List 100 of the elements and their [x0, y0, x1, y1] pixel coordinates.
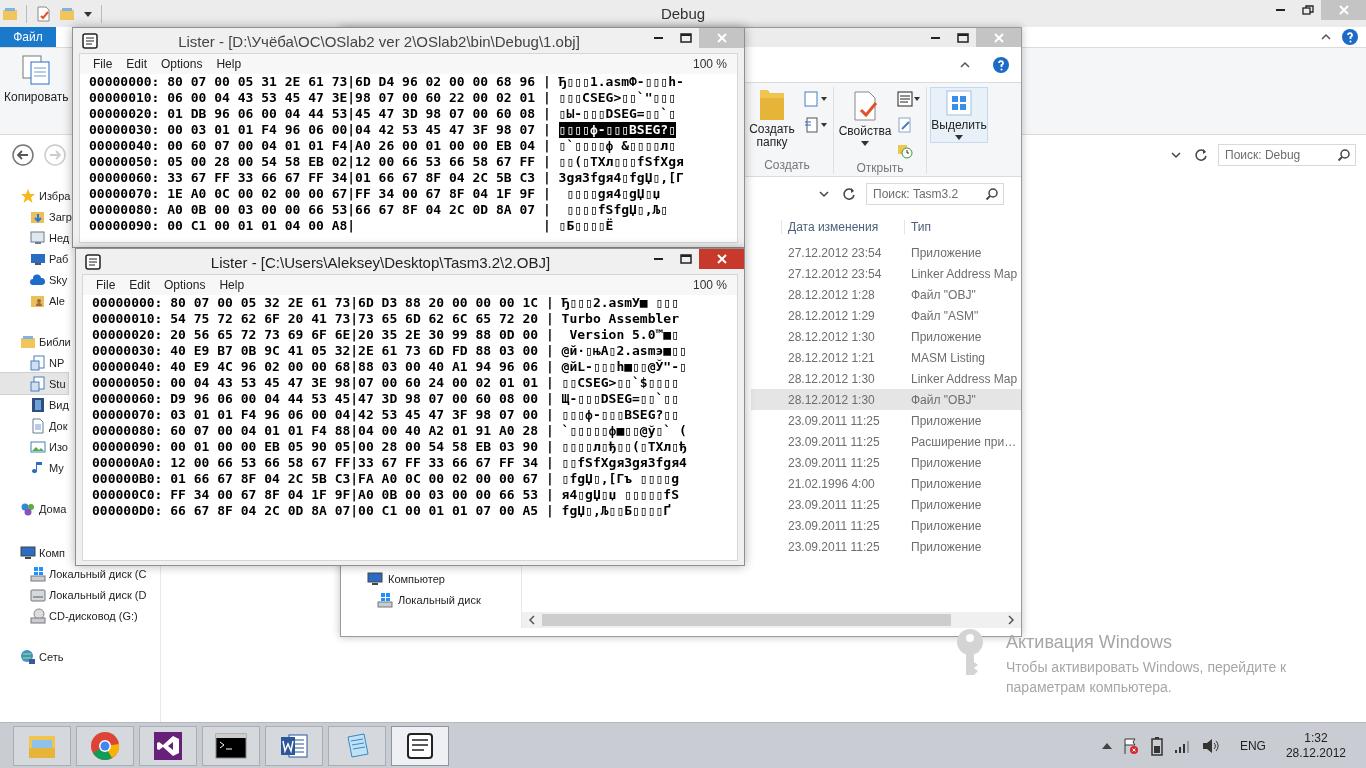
file-row[interactable]: 23.09.2011 11:25 Приложение: [751, 494, 1021, 515]
nav-item[interactable]: Избра: [0, 185, 73, 206]
menu-item[interactable]: Options: [154, 57, 210, 71]
nav-item[interactable]: Локальный диск (D: [0, 584, 149, 605]
open-button[interactable]: [895, 89, 923, 109]
file-row[interactable]: 28.12.2012 1:30 Файл "OBJ": [751, 389, 1021, 410]
file-row[interactable]: 23.09.2011 11:25 Приложение: [751, 410, 1021, 431]
file-row[interactable]: 28.12.2012 1:30 Linker Address Map: [751, 368, 1021, 389]
nav-item[interactable]: Му: [0, 457, 66, 478]
nav-item[interactable]: Библи: [0, 331, 73, 352]
ascii-text: ▯▯(▯TXл▯▯▯fSfXgя: [558, 154, 684, 170]
back-button[interactable]: [10, 142, 36, 168]
new-item-button[interactable]: [802, 89, 830, 109]
nav-item[interactable]: Комп: [0, 542, 68, 563]
copy-button[interactable]: Копировать: [0, 48, 73, 134]
select-button[interactable]: Выделить: [930, 87, 988, 143]
battery-icon[interactable]: [1149, 735, 1164, 756]
menu-item[interactable]: Edit: [122, 278, 158, 292]
search-field[interactable]: Поиск: Tasm3.2: [866, 183, 1004, 205]
language-indicator[interactable]: ENG: [1239, 738, 1266, 753]
terminal-icon: [215, 732, 247, 759]
image-icon: [30, 438, 46, 455]
menu-item[interactable]: File: [89, 278, 123, 292]
hex-line: 000000A0: 12 00 66 53 66 58 67 FF|33 67 FF 33 66 67 FF 34 |: [92, 455, 554, 471]
search-field[interactable]: Поиск: Debug: [1218, 144, 1356, 166]
minimize-icon: [654, 258, 663, 260]
menu-item[interactable]: Help: [212, 278, 252, 292]
window-title: Lister - [D:\Учёба\ОС\OSlab2 ver 2\OSlab2\bin\Debug\1.obj]: [178, 32, 580, 50]
nav-item[interactable]: Stu: [0, 373, 68, 394]
close-button[interactable]: [699, 249, 744, 269]
nav-item[interactable]: Дома: [0, 498, 69, 519]
ascii-text: ▯▯fSfXgя3gя3fgя4: [561, 455, 687, 471]
nav-item[interactable]: Вид: [0, 394, 71, 415]
nav-item[interactable]: Загр: [0, 206, 74, 227]
studio-icon: [153, 730, 183, 761]
menu-item[interactable]: Options: [157, 278, 213, 292]
menu-item[interactable]: Help: [209, 57, 249, 71]
hex-line: 00000070: 03 01 01 F4 96 06 00 04|42 53 45 47 3F 98 07 00 |: [92, 407, 554, 423]
file-row[interactable]: 23.09.2011 11:25 Приложение: [751, 452, 1021, 473]
easy-access-button[interactable]: [802, 115, 830, 135]
nav-item[interactable]: Док: [0, 415, 70, 436]
help-icon[interactable]: [993, 56, 1009, 73]
help-icon[interactable]: [1342, 29, 1358, 45]
taskbar-button[interactable]: [265, 725, 323, 766]
file-row[interactable]: 27.12.2012 23:54 Linker Address Map: [751, 263, 1021, 284]
ascii-text: ▯▯▯▯ф-▯▯▯BSEG?▯: [558, 122, 676, 138]
ascii-text: ▯`▯▯▯▯ф &▯▯▯▯л▯: [558, 138, 676, 154]
file-row[interactable]: 28.12.2012 1:30 Приложение: [751, 326, 1021, 347]
zoom-level: 100 %: [692, 57, 728, 71]
window-title: Debug: [660, 5, 706, 22]
file-row[interactable]: 23.09.2011 11:25 Приложение: [751, 536, 1021, 557]
file-row[interactable]: 23.09.2011 11:25 Приложение: [751, 515, 1021, 536]
easy-access-icon: [804, 117, 828, 133]
ascii-text: я4▯gЏ▯џ ▯▯▯▯▯fS: [561, 487, 679, 503]
file-row[interactable]: 23.09.2011 11:25 Расширение при…: [751, 431, 1021, 452]
nav-item[interactable]: Раб: [0, 248, 71, 269]
clock[interactable]: 1:32 28.12.2012: [1285, 730, 1346, 761]
column-header[interactable]: Дата изменения: [781, 219, 904, 234]
file-row[interactable]: 28.12.2012 1:28 Файл "OBJ": [751, 284, 1021, 305]
properties-button[interactable]: Свойства: [837, 87, 893, 149]
file-row[interactable]: 21.02.1996 4:00 Приложение: [751, 473, 1021, 494]
nav-item[interactable]: Ale: [0, 290, 67, 311]
close-icon: [1338, 5, 1349, 15]
horizontal-scrollbar[interactable]: [522, 612, 1021, 628]
properties-button[interactable]: [35, 5, 51, 22]
file-row[interactable]: 28.12.2012 1:21 MASM Listing: [751, 347, 1021, 368]
nav-item[interactable]: Локальный диск: [341, 589, 521, 610]
caret-up-icon[interactable]: [1101, 741, 1112, 750]
scroll-right-icon: [1007, 615, 1015, 625]
menu-item[interactable]: Edit: [119, 57, 155, 71]
file-tab[interactable]: Файл: [0, 27, 56, 47]
new-folder-button[interactable]: Создать папку: [744, 87, 800, 152]
speaker-icon[interactable]: [1201, 737, 1220, 754]
ascii-text: `▯▯▯▯▯ф■▯▯@ў▯` (: [561, 423, 687, 439]
flag-icon[interactable]: [1121, 736, 1140, 755]
library-icon: [2, 5, 18, 22]
nav-item[interactable]: NP: [0, 352, 67, 373]
film-icon: [30, 396, 46, 413]
nav-item[interactable]: CD-дисковод (G:): [0, 605, 140, 626]
column-header[interactable]: Тип: [904, 219, 1021, 234]
file-row[interactable]: 27.12.2012 23:54 Приложение: [751, 242, 1021, 263]
window-title: Lister - [C:\Users\Aleksey\Desktop\Tasm3.2\2.OBJ]: [210, 253, 551, 271]
new-item-icon: [804, 91, 828, 107]
file-row[interactable]: 28.12.2012 1:29 Файл "ASM": [751, 305, 1021, 326]
ascii-text: 3gя3fgя4▯fgЏ▯,[Г: [558, 170, 684, 186]
nav-item[interactable]: Компьютер: [341, 568, 521, 589]
nav-item[interactable]: Нед: [0, 227, 72, 248]
zoom-level: 100 %: [692, 278, 728, 292]
nav-item[interactable]: Sky: [0, 269, 70, 290]
nav-item[interactable]: Локальный диск (C: [0, 563, 149, 584]
document-icon: [30, 417, 46, 434]
taskbar-button[interactable]: [202, 725, 260, 766]
nav-item[interactable]: Изо: [0, 436, 70, 457]
menu-item[interactable]: File: [86, 57, 120, 71]
nav-item[interactable]: Сеть: [0, 646, 66, 667]
taskbar-button[interactable]: [139, 725, 197, 766]
star-icon: [20, 187, 36, 204]
ascii-text: Ђ▯▯▯1.asmФ-▯▯▯h-: [558, 74, 684, 90]
taskbar-button[interactable]: [391, 725, 449, 766]
properties-icon: [851, 90, 879, 122]
